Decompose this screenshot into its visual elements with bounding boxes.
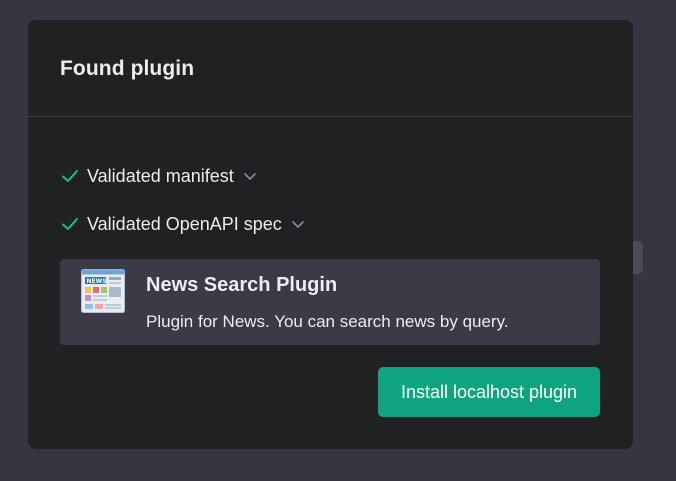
install-localhost-plugin-button[interactable]: Install localhost plugin xyxy=(378,367,600,417)
found-plugin-dialog: Found plugin Validated manifest Validate… xyxy=(28,20,633,449)
chevron-down-icon[interactable] xyxy=(242,168,258,184)
validated-openapi-row[interactable]: Validated OpenAPI spec xyxy=(60,212,306,236)
check-icon xyxy=(60,166,80,186)
plugin-description: Plugin for News. You can search news by … xyxy=(146,312,509,331)
validated-manifest-label: Validated manifest xyxy=(87,165,234,186)
plugin-card: NEWS News Search Plugin Plugin for News.… xyxy=(60,259,600,345)
newspaper-logo: NEWS xyxy=(81,269,125,313)
validated-openapi-label: Validated OpenAPI spec xyxy=(87,213,282,234)
validated-manifest-row[interactable]: Validated manifest xyxy=(60,164,258,188)
dialog-header: Found plugin xyxy=(28,20,633,117)
dialog-title: Found plugin xyxy=(60,57,195,80)
plugin-name: News Search Plugin xyxy=(146,274,338,296)
check-icon xyxy=(60,214,80,234)
chevron-down-icon[interactable] xyxy=(290,216,306,232)
logo-text: NEWS xyxy=(87,278,107,285)
